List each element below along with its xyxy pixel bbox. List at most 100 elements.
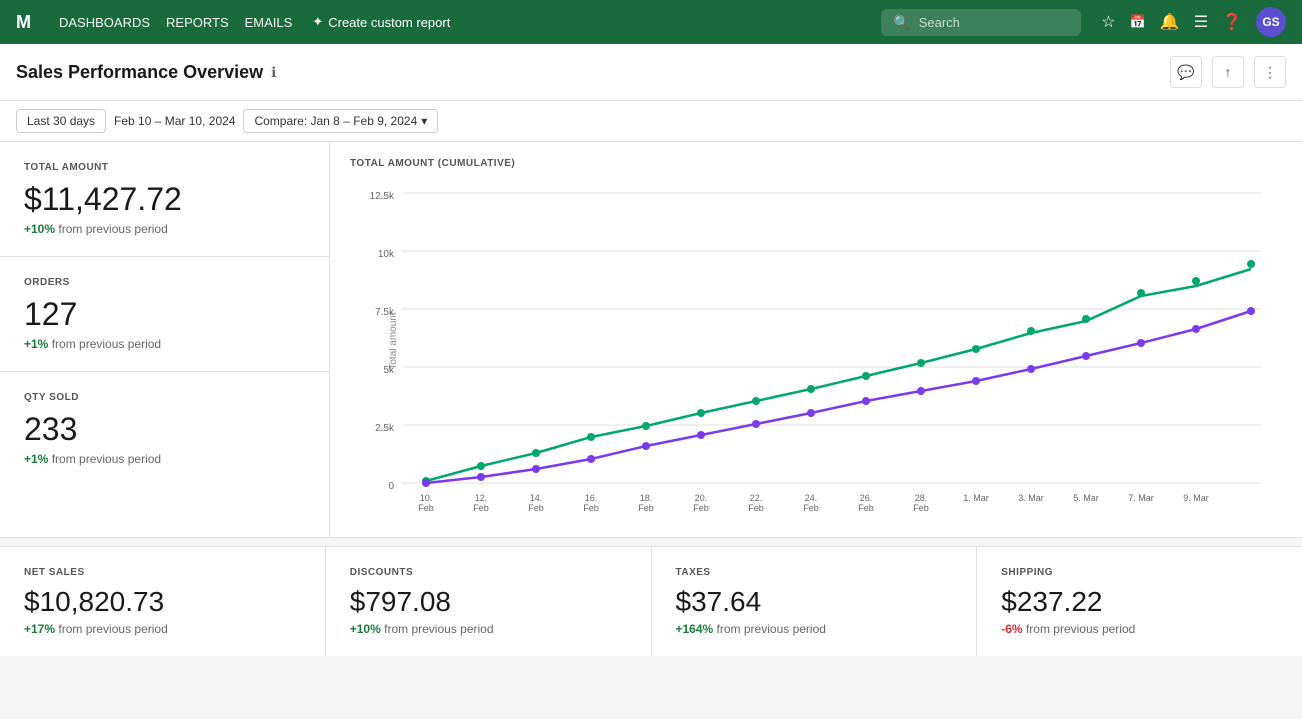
svg-text:7. Mar: 7. Mar	[1128, 493, 1154, 503]
net-sales-card: NET SALES $10,820.73 +17% from previous …	[0, 547, 326, 656]
qty-sold-card: QTY SOLD 233 +1% from previous period	[0, 372, 329, 486]
shipping-value: $237.22	[1001, 586, 1278, 618]
notifications-icon[interactable]: 🔔	[1160, 12, 1180, 32]
left-metrics-panel: TOTAL AMOUNT $11,427.72 +10% from previo…	[0, 142, 330, 537]
compare-button[interactable]: Compare: Jan 8 – Feb 9, 2024 ▾	[243, 109, 438, 133]
total-amount-change: +10% from previous period	[24, 222, 305, 236]
orders-change: +1% from previous period	[24, 337, 305, 351]
svg-text:12.5k: 12.5k	[370, 191, 395, 202]
shipping-card: SHIPPING $237.22 -6% from previous perio…	[977, 547, 1302, 656]
svg-text:28.: 28.	[915, 493, 928, 503]
create-custom-report-button[interactable]: ✦ Create custom report	[312, 14, 450, 30]
page-title: Sales Performance Overview	[16, 62, 263, 83]
taxes-change-pct: +164%	[676, 622, 714, 636]
total-amount-value: $11,427.72	[24, 181, 305, 218]
shipping-change-pct: -6%	[1001, 622, 1022, 636]
cumulative-chart: 12.5k 10k 7.5k 5k 2.5k 0 Total amount	[350, 181, 1282, 521]
nav-reports[interactable]: REPORTS	[166, 15, 229, 30]
svg-text:1. Mar: 1. Mar	[963, 493, 989, 503]
search-bar[interactable]: 🔍	[881, 9, 1081, 36]
chart-title: TOTAL AMOUNT (CUMULATIVE)	[350, 158, 1282, 169]
discounts-label: DISCOUNTS	[350, 567, 627, 578]
page-header-actions: 💬 ↑ ⋮	[1170, 56, 1286, 88]
svg-text:Feb: Feb	[803, 503, 819, 513]
discounts-value: $797.08	[350, 586, 627, 618]
svg-text:14.: 14.	[530, 493, 543, 503]
orders-card: ORDERS 127 +1% from previous period	[0, 257, 329, 372]
svg-text:Feb: Feb	[528, 503, 544, 513]
nav-dashboards[interactable]: DASHBOARDS	[59, 15, 150, 30]
page-title-row: Sales Performance Overview ℹ	[16, 62, 276, 83]
more-options-button[interactable]: ⋮	[1254, 56, 1286, 88]
taxes-card: TAXES $37.64 +164% from previous period	[652, 547, 978, 656]
top-section: TOTAL AMOUNT $11,427.72 +10% from previo…	[0, 142, 1302, 538]
svg-text:Feb: Feb	[583, 503, 599, 513]
svg-text:10.: 10.	[420, 493, 433, 503]
svg-text:9. Mar: 9. Mar	[1183, 493, 1209, 503]
discounts-change: +10% from previous period	[350, 622, 627, 636]
orders-value: 127	[24, 296, 305, 333]
star-icon: ✦	[312, 14, 323, 30]
total-amount-change-pct: +10%	[24, 222, 55, 236]
search-icon: 🔍	[893, 14, 910, 31]
page-header: Sales Performance Overview ℹ 💬 ↑ ⋮	[0, 44, 1302, 101]
svg-text:26.: 26.	[860, 493, 873, 503]
user-avatar[interactable]: GS	[1256, 7, 1286, 37]
svg-text:12.: 12.	[475, 493, 488, 503]
orders-change-pct: +1%	[24, 337, 48, 351]
svg-text:24.: 24.	[805, 493, 818, 503]
svg-text:10k: 10k	[378, 249, 395, 260]
orders-label: ORDERS	[24, 277, 305, 288]
taxes-value: $37.64	[676, 586, 953, 618]
compare-label: Compare: Jan 8 – Feb 9, 2024	[254, 114, 417, 128]
nav-emails[interactable]: EMAILS	[245, 15, 293, 30]
net-sales-change-pct: +17%	[24, 622, 55, 636]
svg-text:Feb: Feb	[913, 503, 929, 513]
nav-action-icons: ☆ 📅 🔔 ☰ ❓ GS	[1101, 7, 1286, 37]
shipping-label: SHIPPING	[1001, 567, 1278, 578]
qty-sold-label: QTY SOLD	[24, 392, 305, 403]
chart-area: TOTAL AMOUNT (CUMULATIVE) 12.5k 10k 7.5k…	[330, 142, 1302, 537]
svg-text:Feb: Feb	[638, 503, 654, 513]
app-logo[interactable]: M	[16, 12, 31, 33]
bottom-metrics-section: NET SALES $10,820.73 +17% from previous …	[0, 546, 1302, 656]
info-icon[interactable]: ℹ	[271, 64, 276, 81]
calendar-icon[interactable]: 📅	[1130, 14, 1146, 30]
net-sales-change: +17% from previous period	[24, 622, 301, 636]
chart-svg: 12.5k 10k 7.5k 5k 2.5k 0 Total amount	[350, 181, 1282, 521]
taxes-label: TAXES	[676, 567, 953, 578]
period-button[interactable]: Last 30 days	[16, 109, 106, 133]
qty-sold-change-pct: +1%	[24, 452, 48, 466]
svg-text:18.: 18.	[640, 493, 653, 503]
svg-text:2.5k: 2.5k	[375, 423, 395, 434]
main-content: TOTAL AMOUNT $11,427.72 +10% from previo…	[0, 142, 1302, 656]
comment-button[interactable]: 💬	[1170, 56, 1202, 88]
svg-text:Feb: Feb	[473, 503, 489, 513]
qty-sold-value: 233	[24, 411, 305, 448]
svg-text:0: 0	[388, 481, 394, 492]
total-amount-label: TOTAL AMOUNT	[24, 162, 305, 173]
bookmark-icon[interactable]: ☆	[1101, 12, 1115, 32]
svg-text:Feb: Feb	[693, 503, 709, 513]
shipping-change: -6% from previous period	[1001, 622, 1278, 636]
net-sales-value: $10,820.73	[24, 586, 301, 618]
net-sales-label: NET SALES	[24, 567, 301, 578]
svg-text:Total amount: Total amount	[388, 312, 399, 369]
nav-links: DASHBOARDS REPORTS EMAILS	[59, 15, 292, 30]
svg-text:Feb: Feb	[858, 503, 874, 513]
search-input[interactable]	[919, 15, 1070, 30]
messages-icon[interactable]: ☰	[1194, 12, 1208, 32]
chevron-down-icon: ▾	[421, 114, 427, 128]
total-amount-card: TOTAL AMOUNT $11,427.72 +10% from previo…	[0, 142, 329, 257]
taxes-change: +164% from previous period	[676, 622, 953, 636]
share-button[interactable]: ↑	[1212, 56, 1244, 88]
svg-text:16.: 16.	[585, 493, 598, 503]
svg-text:20.: 20.	[695, 493, 708, 503]
help-icon[interactable]: ❓	[1222, 12, 1242, 32]
svg-text:5. Mar: 5. Mar	[1073, 493, 1099, 503]
qty-sold-change: +1% from previous period	[24, 452, 305, 466]
svg-text:Feb: Feb	[418, 503, 434, 513]
svg-text:Feb: Feb	[748, 503, 764, 513]
svg-text:3. Mar: 3. Mar	[1018, 493, 1044, 503]
date-range-label: Feb 10 – Mar 10, 2024	[114, 114, 235, 128]
